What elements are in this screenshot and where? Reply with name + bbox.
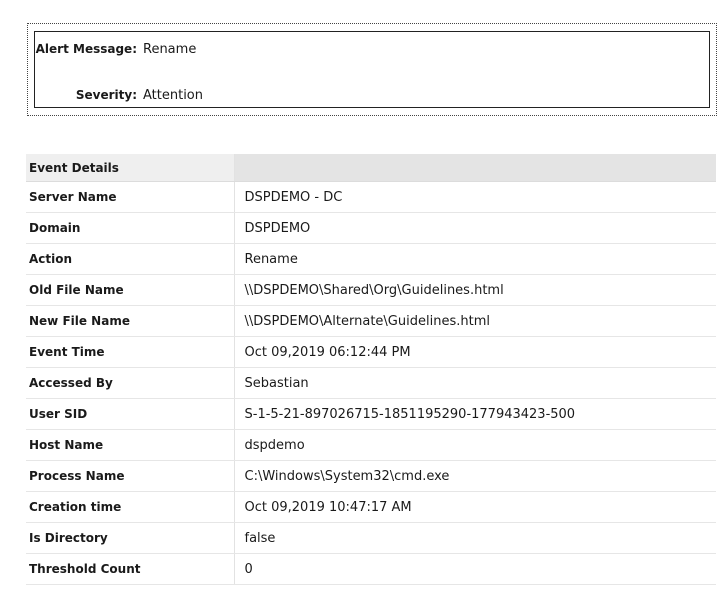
table-row: Threshold Count 0 — [26, 553, 716, 585]
row-key-action: Action — [26, 243, 235, 275]
table-row: User SID S-1-5-21-897026715-1851195290-17… — [26, 398, 716, 430]
table-row: Host Name dspdemo — [26, 429, 716, 461]
row-value-host-name: dspdemo — [234, 429, 716, 461]
row-key-server-name: Server Name — [26, 181, 235, 213]
table-row: Old File Name \\DSPDEMO\Shared\Org\Guidel… — [26, 274, 716, 306]
row-value-old-file-name: \\DSPDEMO\Shared\Org\Guidelines.html — [234, 274, 716, 306]
table-row: Accessed By Sebastian — [26, 367, 716, 399]
row-key-user-sid: User SID — [26, 398, 235, 430]
row-key-new-file-name: New File Name — [26, 305, 235, 337]
row-value-user-sid: S-1-5-21-897026715-1851195290-177943423-… — [234, 398, 716, 430]
event-details-header-blank — [234, 154, 716, 182]
row-value-threshold-count: 0 — [234, 553, 716, 585]
event-details-table: Event Details Server Name DSPDEMO - DC Do… — [26, 154, 716, 585]
table-row: Event Time Oct 09,2019 06:12:44 PM — [26, 336, 716, 368]
table-row: Action Rename — [26, 243, 716, 275]
row-key-old-file-name: Old File Name — [26, 274, 235, 306]
row-key-event-time: Event Time — [26, 336, 235, 368]
table-row: Creation time Oct 09,2019 10:47:17 AM — [26, 491, 716, 523]
row-key-process-name: Process Name — [26, 460, 235, 492]
row-key-is-directory: Is Directory — [26, 522, 235, 554]
event-details-header-row: Event Details — [26, 154, 716, 182]
row-value-server-name: DSPDEMO - DC — [234, 181, 716, 213]
severity-row: Severity: Attention — [35, 86, 709, 105]
row-value-is-directory: false — [234, 522, 716, 554]
table-row: Server Name DSPDEMO - DC — [26, 181, 716, 213]
event-details-header: Event Details — [26, 154, 235, 182]
row-value-accessed-by: Sebastian — [234, 367, 716, 399]
row-value-domain: DSPDEMO — [234, 212, 716, 244]
alert-message-label-text: Alert Message: — [35, 42, 137, 56]
row-value-action: Rename — [234, 243, 716, 275]
alert-message-label: Alert Message: — [35, 40, 137, 59]
row-value-event-time: Oct 09,2019 06:12:44 PM — [234, 336, 716, 368]
alert-summary-inner: Alert Message: Rename Severity: Attentio… — [34, 31, 710, 108]
row-key-domain: Domain — [26, 212, 235, 244]
row-key-host-name: Host Name — [26, 429, 235, 461]
severity-label: Severity: — [75, 88, 137, 102]
alert-summary-box: Alert Message: Rename Severity: Attentio… — [27, 23, 717, 116]
row-key-threshold-count: Threshold Count — [26, 553, 235, 585]
row-key-creation-time: Creation time — [26, 491, 235, 523]
table-row: Is Directory false — [26, 522, 716, 554]
table-row: New File Name \\DSPDEMO\Alternate\Guideli… — [26, 305, 716, 337]
row-value-creation-time: Oct 09,2019 10:47:17 AM — [234, 491, 716, 523]
row-value-process-name: C:\Windows\System32\cmd.exe — [234, 460, 716, 492]
alert-message-value: Rename — [143, 42, 197, 57]
table-row: Domain DSPDEMO — [26, 212, 716, 244]
alert-message-row: Alert Message: Rename — [35, 40, 709, 59]
table-row: Process Name C:\Windows\System32\cmd.exe — [26, 460, 716, 492]
severity-value: Attention — [143, 88, 203, 103]
row-key-accessed-by: Accessed By — [26, 367, 235, 399]
row-value-new-file-name: \\DSPDEMO\Alternate\Guidelines.html — [234, 305, 716, 337]
